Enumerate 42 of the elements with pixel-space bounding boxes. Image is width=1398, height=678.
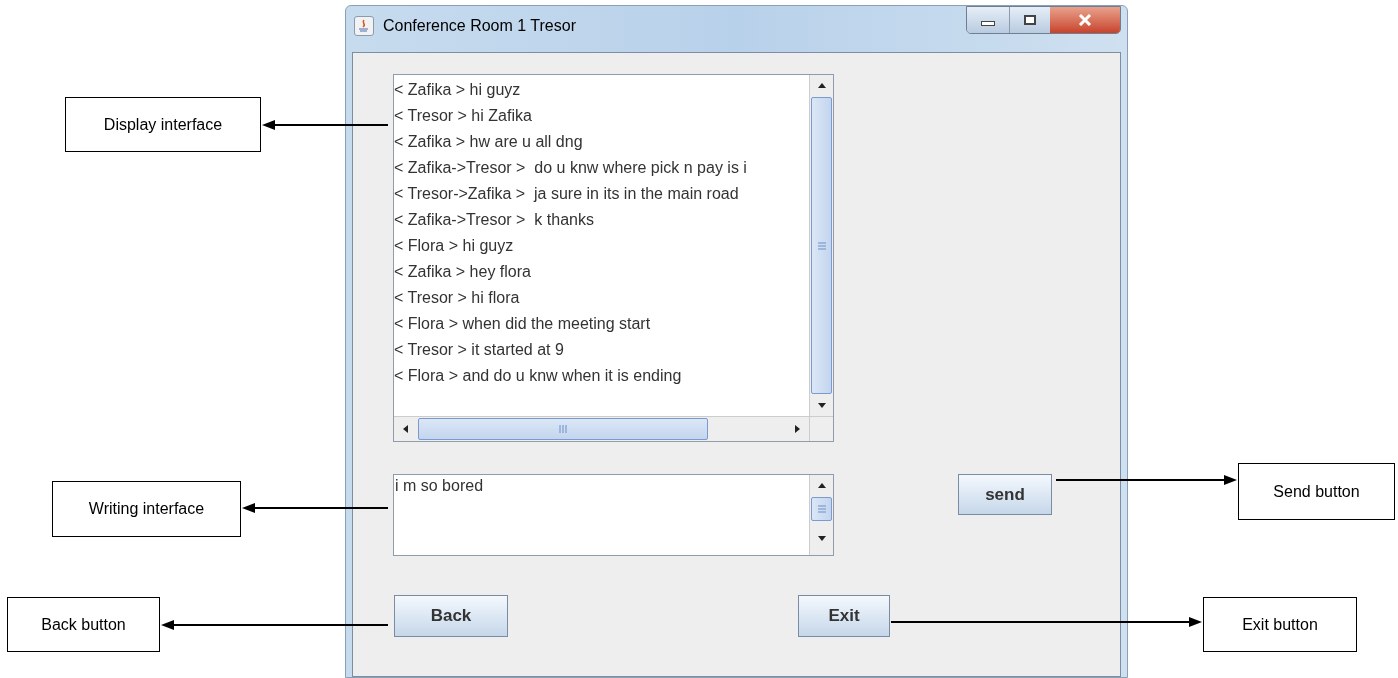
chat-message: < Zafika->Tresor > k thanks [394, 210, 594, 230]
chat-display[interactable] [393, 74, 834, 442]
scroll-up-icon[interactable] [816, 81, 827, 91]
chat-message: < Zafika->Tresor > do u knw where pick n pay is i [394, 158, 747, 178]
vertical-scrollbar[interactable] [809, 75, 833, 416]
close-button[interactable] [1050, 7, 1120, 33]
exit-button[interactable]: Exit [798, 595, 890, 637]
scroll-up-icon[interactable] [816, 481, 827, 491]
grip-icon [816, 240, 827, 251]
maximize-button[interactable] [1010, 7, 1050, 33]
scroll-right-icon[interactable] [792, 424, 802, 434]
close-icon [1078, 14, 1092, 26]
grip-icon [558, 424, 568, 434]
chat-message: < Tresor->Zafika > ja sure in its in the main road [394, 184, 739, 204]
chat-message: < Zafika > hw are u all dng [394, 132, 583, 152]
vertical-scrollbar[interactable] [809, 475, 833, 555]
chat-message: < Flora > hi guyz [394, 236, 514, 256]
chat-message: < Tresor > hi Zafika [394, 106, 532, 126]
window-title: Conference Room 1 Tresor [383, 16, 576, 36]
minimize-icon [981, 20, 995, 26]
send-button[interactable]: send [958, 474, 1052, 515]
minimize-button[interactable] [967, 7, 1010, 33]
chat-message: < Flora > and do u knw when it is ending [394, 366, 682, 386]
scroll-down-icon[interactable] [816, 400, 827, 410]
horizontal-scrollbar[interactable] [394, 416, 809, 441]
callout-label: Display interface [103, 114, 223, 135]
scroll-down-icon[interactable] [816, 533, 827, 543]
callout-label: Writing interface [88, 499, 205, 519]
chat-message: < Tresor > it started at 9 [394, 340, 564, 360]
grip-icon [816, 504, 827, 514]
maximize-icon [1024, 15, 1036, 25]
back-button[interactable]: Back [394, 595, 508, 637]
chat-message: < Flora > when did the meeting start [394, 314, 651, 334]
callout-label: Back button [41, 614, 126, 635]
scrollbar-corner [809, 416, 833, 441]
chat-message: < Zafika > hey flora [394, 262, 531, 282]
callout-label: Send button [1273, 481, 1360, 502]
chat-message: < Tresor > hi flora [394, 288, 520, 308]
chat-message: < Zafika > hi guyz [394, 80, 521, 100]
app-icon [354, 16, 374, 36]
scroll-left-icon[interactable] [401, 424, 411, 434]
callout-label: Exit button [1242, 614, 1318, 635]
